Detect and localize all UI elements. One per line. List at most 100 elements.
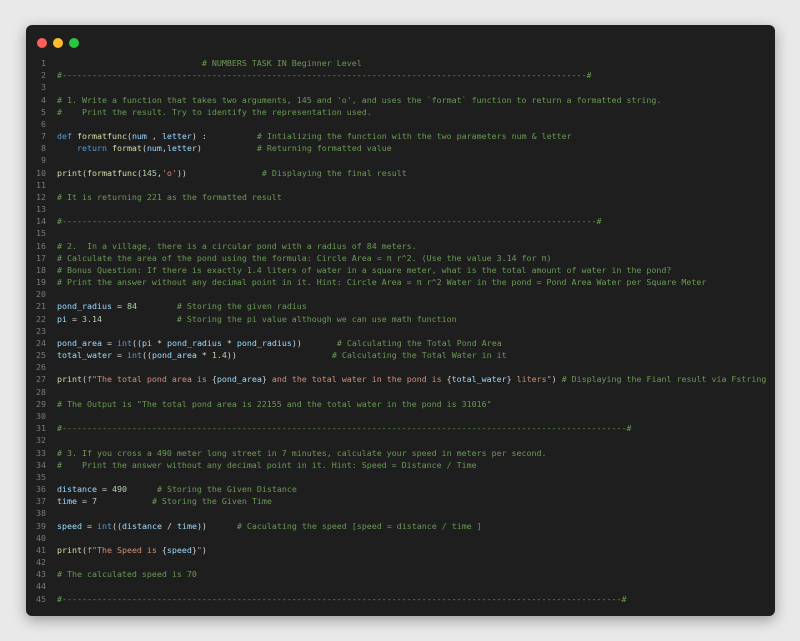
- code-token: ((: [141, 350, 152, 361]
- code-comment: # Returning formatted value: [256, 143, 392, 154]
- code-line: 19 # Print the answer without any decimal…: [26, 276, 775, 288]
- code-token: pond_area: [216, 374, 262, 385]
- code-line: 4 # 1. Write a function that takes two ar…: [26, 94, 775, 106]
- line-number: 13: [36, 204, 46, 215]
- code-line: 10 print(formatfunc(145,'o')) # Displayin…: [26, 167, 775, 179]
- line-number: 9: [41, 155, 46, 166]
- code-token: ,: [146, 131, 162, 142]
- line-number: 20: [36, 289, 46, 300]
- code-line: 34 # Print the answer without any decimal…: [26, 459, 775, 471]
- code-token: 3.14: [82, 313, 102, 324]
- code-token: f"The total pond area is: [86, 374, 212, 385]
- code-token: =: [111, 301, 127, 312]
- code-token: 1.4: [211, 350, 227, 361]
- code-comment: # NUMBERS TASK IN Beginner Level: [57, 58, 362, 68]
- code-comment: # Storing the given radius: [176, 301, 307, 312]
- code-comment: # Storing the Given Distance: [156, 484, 297, 495]
- code-line: 32: [26, 434, 775, 446]
- code-comment: #---------------------------------------…: [57, 70, 592, 81]
- close-dot-icon[interactable]: [37, 38, 47, 48]
- code-line: 9: [26, 154, 775, 166]
- code-line: 27 print(f"The total pond area is {pond_a…: [26, 373, 775, 385]
- code-line: 37 time = 7 # Storing the Given Time: [26, 495, 775, 507]
- code-line: 3: [26, 81, 775, 93]
- code-comment: # Bonus Question: If there is exactly 1.…: [57, 264, 672, 275]
- code-token: 490: [111, 484, 127, 495]
- code-token: )): [176, 167, 262, 178]
- code-line: 28: [26, 386, 775, 398]
- minimize-dot-icon[interactable]: [53, 38, 63, 48]
- line-number: 17: [36, 252, 46, 263]
- code-line: 39 speed = int((distance / time)) # Cacul…: [26, 520, 775, 532]
- line-number: 35: [36, 471, 46, 482]
- code-comment: # Calculate the area of the pond using t…: [57, 252, 552, 263]
- code-token: total_water: [451, 374, 507, 385]
- line-number: 8: [41, 143, 46, 154]
- code-line: 45 #-------------------------------------…: [26, 593, 775, 605]
- line-number: 33: [36, 447, 46, 458]
- code-token: pond_radius: [236, 337, 292, 348]
- code-line: 18 # Bonus Question: If there is exactly …: [26, 264, 775, 276]
- code-comment: #---------------------------------------…: [57, 423, 632, 434]
- line-number: 16: [36, 240, 46, 251]
- code-token: print: [57, 544, 82, 555]
- code-token: pond_radius: [166, 337, 222, 348]
- code-comment: # Caculating the speed [speed = distance…: [236, 520, 482, 531]
- code-line: 22 pi = 3.14 # Storing the pi value altho…: [26, 313, 775, 325]
- code-comment: # The calculated speed is 70: [57, 569, 197, 580]
- line-number: 7: [41, 131, 46, 142]
- code-comment: # The Output is "The total pond area is …: [57, 398, 492, 409]
- code-token: f"The Speed is: [86, 544, 162, 555]
- line-number: 34: [36, 459, 46, 470]
- code-token: time: [57, 496, 77, 507]
- code-token: total_water: [57, 350, 112, 361]
- code-token: ((: [111, 520, 122, 531]
- code-line: 14 #-------------------------------------…: [26, 215, 775, 227]
- line-number: 23: [36, 325, 46, 336]
- code-comment: # 3. If you cross a 490 meter long stree…: [57, 447, 547, 458]
- code-line: 43 # The calculated speed is 70: [26, 568, 775, 580]
- code-token: ) :: [191, 131, 257, 142]
- line-number: 25: [36, 350, 46, 361]
- code-line: 24 pond_area = int((pi * pond_radius * po…: [26, 337, 775, 349]
- code-token: =: [96, 484, 112, 495]
- line-number: 39: [36, 520, 46, 531]
- code-line: 17 # Calculate the area of the pond using…: [26, 252, 775, 264]
- code-token: int: [126, 350, 142, 361]
- code-comment: # It is returning 221 as the formatted r…: [57, 191, 282, 202]
- code-comment: #---------------------------------------…: [57, 216, 602, 227]
- code-token: and the total water in the pond is: [266, 374, 447, 385]
- code-token: )): [291, 337, 337, 348]
- code-token: ): [551, 374, 562, 385]
- line-number: 32: [36, 435, 46, 446]
- code-token: =: [111, 350, 127, 361]
- code-token: def: [57, 131, 77, 142]
- code-line: 2 #--------------------------------------…: [26, 69, 775, 81]
- code-token: pi: [57, 313, 67, 324]
- code-line: 21 pond_radius = 84 # Storing the given r…: [26, 300, 775, 312]
- line-number: 29: [36, 398, 46, 409]
- line-number: 22: [36, 313, 46, 324]
- code-token: =: [101, 337, 117, 348]
- maximize-dot-icon[interactable]: [69, 38, 79, 48]
- line-number: 24: [36, 337, 46, 348]
- code-comment: # Print the answer without any decimal p…: [57, 459, 477, 470]
- line-number: 21: [36, 301, 46, 312]
- code-token: =: [81, 520, 97, 531]
- code-token: /: [161, 520, 177, 531]
- line-number: 6: [41, 118, 46, 129]
- code-token: =: [76, 496, 92, 507]
- code-line: 42: [26, 556, 775, 568]
- code-token: int: [116, 337, 132, 348]
- line-number: 19: [36, 277, 46, 288]
- code-line: 12 # It is returning 221 as the formatted…: [26, 191, 775, 203]
- line-number: 40: [36, 532, 46, 543]
- code-comment: # Print the result. Try to identify the …: [57, 106, 372, 117]
- code-line: 7 def formatfunc(num , letter) : # Intial…: [26, 130, 775, 142]
- code-token: print: [57, 167, 82, 178]
- code-token: letter: [161, 131, 192, 142]
- code-token: pond_area: [151, 350, 197, 361]
- line-number: 15: [36, 228, 46, 239]
